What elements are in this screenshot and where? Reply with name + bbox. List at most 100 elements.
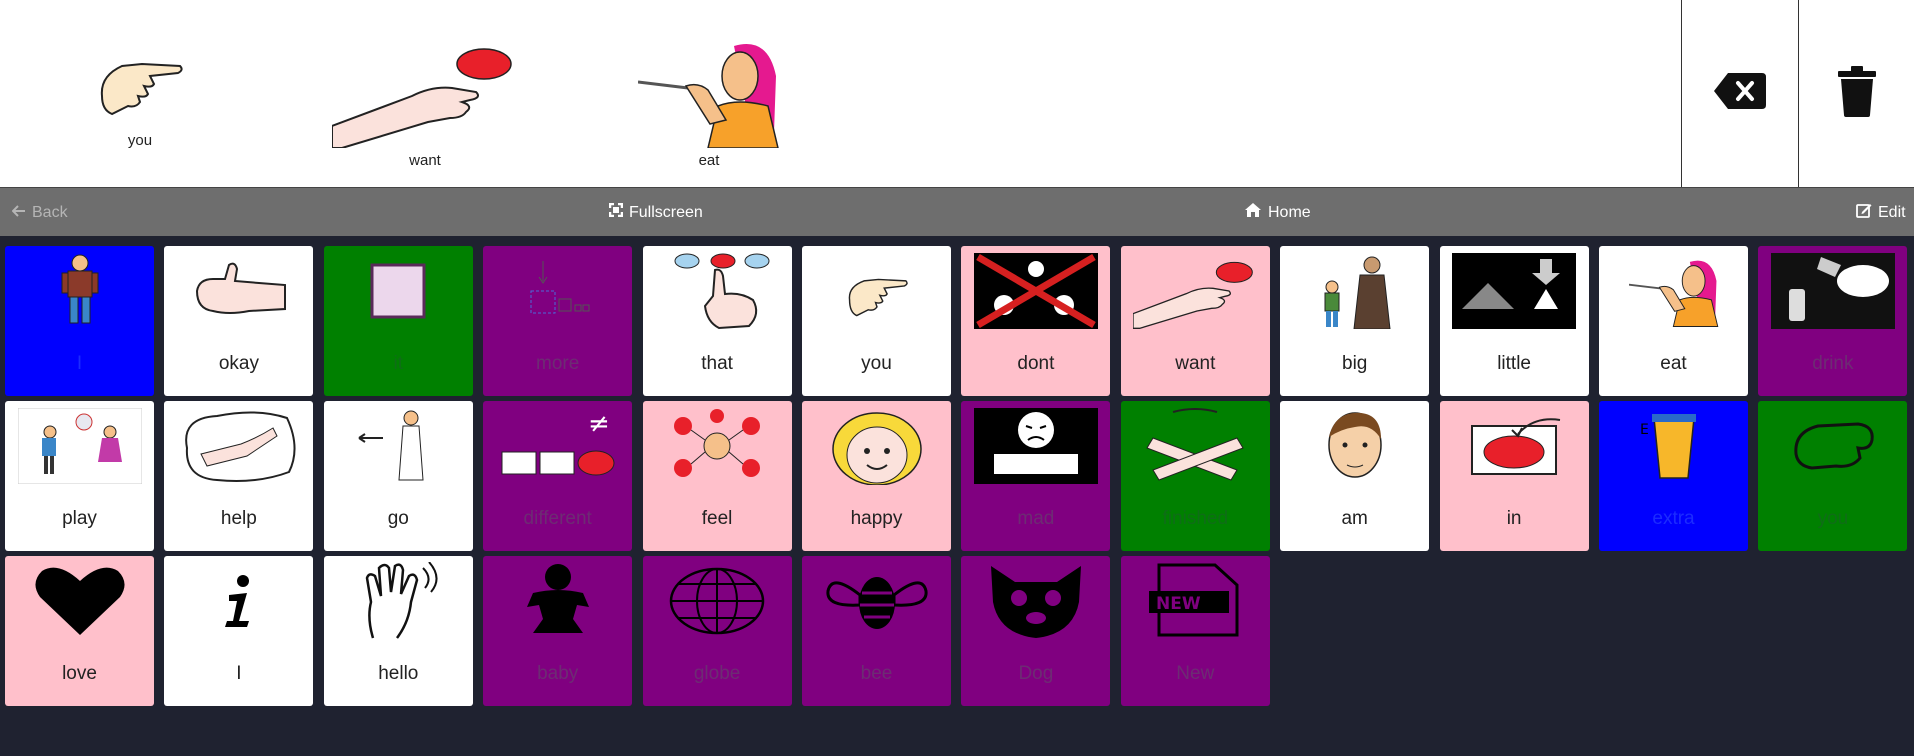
symbol-tile-label: more	[536, 353, 580, 374]
symbol-tile[interactable]: drink	[1758, 246, 1908, 396]
symbol-tile-label: play	[62, 508, 97, 529]
dog-face-icon	[971, 561, 1101, 641]
symbol-tile-label: little	[1497, 353, 1531, 374]
bee-icon	[812, 561, 942, 641]
symbol-tile[interactable]: baby	[483, 556, 633, 706]
symbol-tile[interactable]: help	[164, 401, 314, 551]
crossed-faces-icon	[971, 251, 1101, 331]
symbol-tile[interactable]: in	[1439, 401, 1589, 551]
baby-icon	[493, 561, 623, 641]
symbol-tile-label: globe	[693, 663, 741, 684]
symbol-tile[interactable]: NEW New	[1120, 556, 1270, 706]
more-boxes-icon	[493, 251, 623, 331]
symbol-tile-label: love	[62, 663, 97, 684]
sentence-word[interactable]: you	[90, 36, 190, 176]
pointing-hand-icon	[92, 36, 188, 128]
symbol-tile-label: it	[393, 353, 404, 374]
symbol-tile-label: that	[701, 353, 733, 374]
symbol-tile[interactable]: mad	[961, 401, 1111, 551]
symbol-tile[interactable]: feel	[642, 401, 792, 551]
symbol-tile[interactable]: okay	[164, 246, 314, 396]
nav-bar: Back Fullscreen Home Edit	[0, 187, 1914, 236]
symbol-tile-label: different	[523, 508, 592, 529]
symbol-tile[interactable]: you	[1758, 401, 1908, 551]
small-triangle-icon	[1449, 251, 1579, 331]
symbol-tile[interactable]: that	[642, 246, 792, 396]
symbol-tile[interactable]: love	[5, 556, 154, 706]
trash-icon	[1836, 65, 1878, 122]
symbol-tile[interactable]: dont	[961, 246, 1111, 396]
back-label: Back	[32, 203, 68, 221]
symbol-tile-label: Dog	[1018, 663, 1054, 684]
fullscreen-button[interactable]: Fullscreen	[608, 188, 703, 237]
sentence-word-label: you	[127, 132, 153, 149]
fullscreen-icon	[608, 202, 624, 222]
helping-hands-icon	[174, 406, 304, 486]
symbol-tile[interactable]: I	[5, 246, 154, 396]
symbol-tile[interactable]: play	[5, 401, 154, 551]
symbol-tile[interactable]: little	[1439, 246, 1589, 396]
symbol-tile-label: feel	[701, 508, 733, 529]
symbol-tile[interactable]: ≠ different	[483, 401, 633, 551]
symbol-tile[interactable]: eat	[1599, 246, 1748, 396]
edit-button[interactable]: Edit	[1856, 188, 1906, 237]
crossed-hands-icon	[1130, 406, 1260, 486]
sentence-word[interactable]: eat	[638, 36, 780, 176]
symbol-tile-label: New	[1176, 663, 1215, 684]
symbol-tile[interactable]: you	[802, 246, 951, 396]
symbol-tile[interactable]: want	[1120, 246, 1270, 396]
symbol-tile-label: happy	[850, 508, 903, 529]
symbol-tile-label: drink	[1812, 353, 1854, 374]
symbol-tile[interactable]: big	[1280, 246, 1430, 396]
person-eating-icon	[638, 36, 780, 148]
symbol-tile[interactable]: more	[483, 246, 633, 396]
symbol-tile-label: finished	[1162, 508, 1229, 529]
symbol-tile-label: hello	[378, 663, 419, 684]
symbol-tile[interactable]: Dog	[961, 556, 1111, 706]
symbol-tile[interactable]: globe	[642, 556, 792, 706]
symbol-tile-label: you	[861, 353, 892, 374]
symbol-tile[interactable]: it	[323, 246, 473, 396]
fullscreen-label: Fullscreen	[629, 203, 703, 221]
symbol-tile[interactable]: bee	[802, 556, 951, 706]
symbol-tile-label: in	[1506, 508, 1522, 529]
sentence-words[interactable]: you want eat	[0, 0, 1681, 187]
square-icon	[333, 251, 463, 331]
person-walking-icon	[333, 406, 463, 486]
person-icon	[15, 251, 145, 331]
symbol-tile[interactable]: finished	[1120, 401, 1270, 551]
sentence-word[interactable]: want	[332, 36, 518, 176]
symbol-grid: Iokay it more that you dont want big little eat dr…	[0, 236, 1914, 756]
svg-text:≠: ≠	[588, 409, 610, 439]
pouring-drink-icon	[1768, 251, 1898, 331]
backspace-button[interactable]	[1681, 0, 1798, 187]
edit-icon	[1856, 202, 1872, 223]
back-button[interactable]: Back	[11, 188, 68, 237]
home-button[interactable]: Home	[1244, 188, 1311, 237]
symbol-tile-label: help	[220, 508, 257, 529]
symbol-tile[interactable]: happy	[802, 401, 951, 551]
symbol-tile[interactable]: go	[323, 401, 473, 551]
symbol-tile-label: I	[236, 663, 242, 684]
new-document-icon: NEW	[1130, 561, 1260, 641]
heart-icon	[15, 561, 145, 641]
symbol-tile[interactable]: am	[1280, 401, 1430, 551]
clear-sentence-button[interactable]	[1798, 0, 1914, 187]
symbol-tile[interactable]: I	[164, 556, 314, 706]
symbol-tile-label: am	[1341, 508, 1368, 529]
hand-reaching-ball-icon	[332, 36, 518, 148]
svg-text:NEW: NEW	[1156, 594, 1201, 614]
symbol-tile[interactable]: hello	[323, 556, 473, 706]
waving-hand-icon	[333, 561, 463, 641]
symbol-tile[interactable]: Eextra	[1599, 401, 1748, 551]
symbol-tile-label: I	[76, 353, 83, 374]
symbol-tile-label: okay	[218, 353, 259, 374]
not-equal-boxes-icon: ≠	[493, 406, 623, 486]
sentence-word-label: want	[409, 152, 441, 169]
sentence-bar: you want eat	[0, 0, 1914, 187]
home-label: Home	[1268, 203, 1311, 221]
pointing-finger-dots-icon	[652, 251, 782, 331]
symbol-tile-label: extra	[1652, 508, 1695, 529]
children-playing-icon	[15, 406, 145, 486]
symbol-tile-label: big	[1342, 353, 1368, 374]
